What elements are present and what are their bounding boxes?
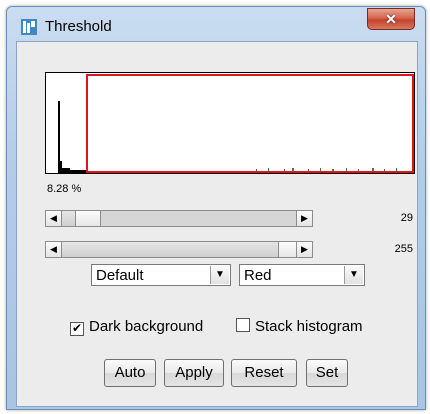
min-threshold-slider[interactable]: ◀ ▶ xyxy=(45,210,313,227)
imagej-icon xyxy=(21,19,37,35)
set-button[interactable]: Set xyxy=(306,359,348,387)
checkmark-icon: ✔ xyxy=(71,321,83,335)
stack-histogram-checkbox[interactable] xyxy=(236,318,250,332)
reset-button[interactable]: Reset xyxy=(231,359,297,387)
title-bar[interactable]: Threshold ✕ xyxy=(7,7,425,41)
close-button[interactable]: ✕ xyxy=(367,8,415,30)
min-slider-left-arrow-icon[interactable]: ◀ xyxy=(46,211,62,226)
min-slider-right-arrow-icon[interactable]: ▶ xyxy=(296,211,312,226)
threshold-percent: 8.28 % xyxy=(47,183,82,195)
min-slider-thumb[interactable] xyxy=(75,211,101,226)
display-select-value: Red xyxy=(244,267,272,284)
max-threshold-value: 255 xyxy=(394,243,413,255)
stack-histogram-option[interactable]: Stack histogram xyxy=(236,318,363,335)
dark-background-label: Dark background xyxy=(89,318,204,335)
dark-background-option[interactable]: ✔ Dark background xyxy=(70,318,203,336)
display-mode-select[interactable]: Red ▼ xyxy=(239,264,365,286)
max-slider-track-left xyxy=(62,242,278,257)
stack-histogram-label: Stack histogram xyxy=(255,318,363,335)
auto-button[interactable]: Auto xyxy=(104,359,156,387)
max-slider-left-arrow-icon[interactable]: ◀ xyxy=(46,242,62,257)
method-select-value: Default xyxy=(96,267,144,284)
apply-button[interactable]: Apply xyxy=(164,359,224,387)
threshold-method-select[interactable]: Default ▼ xyxy=(91,264,231,286)
window-title: Threshold xyxy=(45,18,112,35)
close-icon: ✕ xyxy=(385,11,397,27)
chevron-down-icon[interactable]: ▼ xyxy=(210,266,229,284)
threshold-window: Threshold ✕ 8.28 % ◀ ▶ 29 ◀ ▶ 255 Defaul… xyxy=(6,6,426,410)
chevron-down-icon[interactable]: ▼ xyxy=(344,266,363,284)
min-threshold-value: 29 xyxy=(400,212,413,224)
threshold-range-box xyxy=(86,74,414,173)
dialog-content: 8.28 % ◀ ▶ 29 ◀ ▶ 255 Default ▼ Red ▼ ✔ D… xyxy=(16,41,418,407)
max-slider-right-arrow-icon[interactable]: ▶ xyxy=(296,242,312,257)
min-slider-track-left xyxy=(62,211,75,226)
max-slider-thumb[interactable] xyxy=(278,242,298,257)
dark-background-checkbox[interactable]: ✔ xyxy=(70,322,84,336)
max-threshold-slider[interactable]: ◀ ▶ xyxy=(45,241,313,258)
histogram-plot xyxy=(45,72,415,174)
